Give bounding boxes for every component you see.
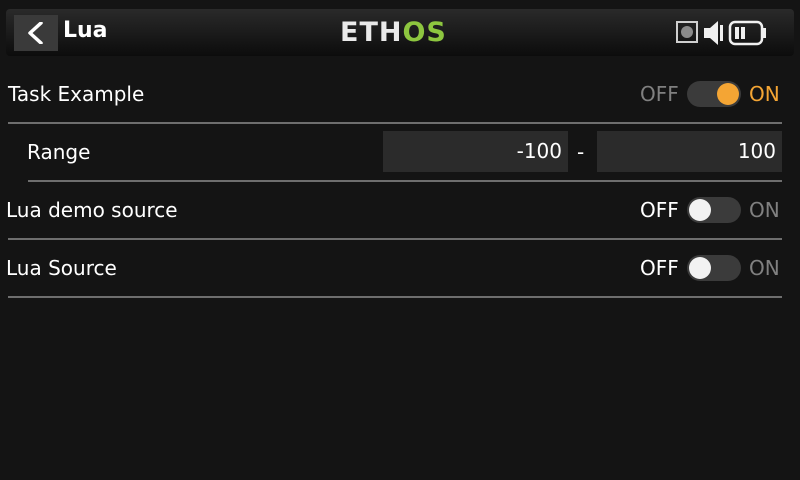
lua-source-label: Lua Source: [6, 256, 117, 280]
battery-icon: [728, 20, 766, 46]
task-example-toggle[interactable]: [687, 81, 741, 107]
range-row: Range -100 - 100: [0, 123, 800, 181]
toggle-off-label: OFF: [640, 256, 679, 280]
status-icons: [676, 19, 786, 47]
lua-source-toggle[interactable]: [687, 255, 741, 281]
lua-source-row: Lua Source OFF ON: [0, 239, 800, 297]
task-example-label: Task Example: [8, 82, 145, 106]
toggle-on-label: ON: [749, 256, 780, 280]
lua-demo-source-toggle[interactable]: [687, 197, 741, 223]
back-button[interactable]: [14, 15, 58, 51]
lua-settings-screen: Lua ETHOS Task Example OFF ON Range -100…: [0, 0, 800, 480]
row-divider: [8, 296, 782, 298]
toggle-off-label: OFF: [640, 198, 679, 222]
header-bar: Lua ETHOS: [6, 9, 794, 56]
range-label: Range: [27, 140, 91, 164]
back-icon: [28, 22, 43, 44]
task-example-row: Task Example OFF ON: [0, 65, 800, 123]
lua-demo-source-row: Lua demo source OFF ON: [0, 181, 800, 239]
toggle-on-label: ON: [749, 82, 780, 106]
toggle-knob: [689, 257, 711, 279]
ethos-logo: ETHOS: [340, 17, 447, 48]
range-min-field[interactable]: -100: [383, 131, 568, 172]
sd-card-icon: [676, 21, 698, 43]
toggle-on-label: ON: [749, 198, 780, 222]
speaker-icon: [704, 21, 723, 45]
toggle-knob: [717, 83, 739, 105]
lua-demo-source-label: Lua demo source: [6, 198, 178, 222]
page-title: Lua: [63, 18, 108, 43]
range-max-field[interactable]: 100: [597, 131, 782, 172]
toggle-knob: [689, 199, 711, 221]
toggle-off-label: OFF: [640, 82, 679, 106]
range-separator: -: [577, 140, 585, 164]
